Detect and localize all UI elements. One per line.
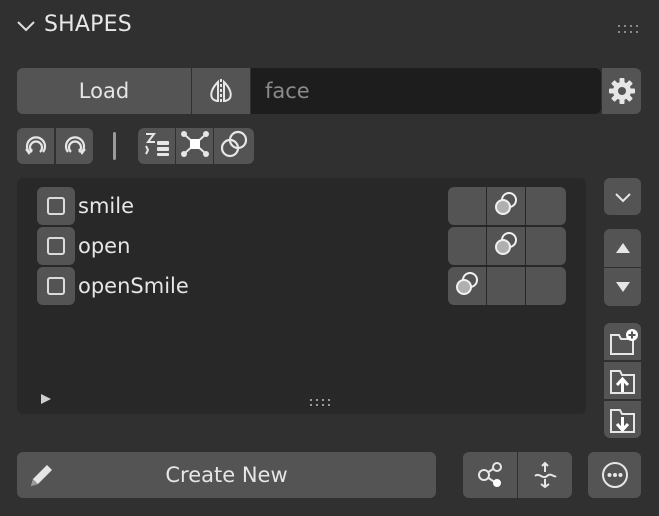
move-up-button[interactable] [604,229,641,267]
shape-name[interactable]: smile [78,194,134,218]
export-button[interactable] [604,401,641,438]
folder-add-icon [608,327,638,357]
shape-slot-button[interactable] [448,227,486,265]
bone-icon [530,460,560,490]
node-link-button[interactable] [463,452,517,498]
arrow-up-icon [614,241,632,255]
shape-checkbox[interactable] [37,227,75,265]
rotate-left-button[interactable] [17,128,54,164]
mirror-button[interactable] [192,68,250,114]
overlap-circles-icon [492,230,520,262]
overlap-circles-icon [453,270,481,302]
create-new-button[interactable]: Create New [17,452,436,498]
nodes-icon [180,130,210,162]
shape-slot-button[interactable] [487,227,525,265]
node-link-icon [475,460,505,490]
chevron-down-icon[interactable] [16,18,36,34]
shape-name[interactable]: open [78,234,130,258]
pencil-icon [27,460,57,490]
add-folder-button[interactable] [604,323,641,360]
sort-list-icon [142,130,172,162]
folder-export-icon [608,405,638,435]
shape-slot-button[interactable] [526,187,566,225]
arrow-down-icon [614,280,632,294]
rotate-right-button[interactable] [56,128,93,164]
load-button[interactable]: Load [17,68,191,114]
shape-name[interactable]: openSmile [78,274,189,298]
shape-slot-button[interactable] [487,267,525,305]
shape-slot-button[interactable] [526,267,566,305]
bone-button[interactable] [518,452,572,498]
drag-grip-icon[interactable] [617,20,641,33]
more-options-button[interactable] [588,452,641,498]
resize-grip-icon[interactable] [310,392,330,411]
shape-slot-button[interactable] [487,187,525,225]
shape-slot-button[interactable] [448,187,486,225]
gear-icon [608,77,636,105]
mirror-icon [206,76,236,106]
create-new-label: Create New [165,463,288,487]
overlap-circles-icon [492,190,520,222]
chevron-down-icon [614,191,632,203]
rotate-left-icon [22,130,50,162]
shape-slot-button[interactable] [526,227,566,265]
folder-import-icon [608,366,638,396]
more-icon [600,460,630,490]
sort-button[interactable] [138,128,175,164]
overlap-circles-icon [219,129,249,163]
shape-checkbox[interactable] [37,187,75,225]
panel-title: SHAPES [44,12,132,37]
expand-triangle-icon[interactable] [40,390,52,409]
rotate-right-icon [61,130,89,162]
filter-input[interactable]: face [251,68,601,114]
overlap-button[interactable] [214,128,254,164]
nodes-button[interactable] [176,128,213,164]
shape-slot-button[interactable] [448,267,486,305]
shape-checkbox[interactable] [37,267,75,305]
import-button[interactable] [604,362,641,399]
filter-input-value: face [265,79,310,103]
move-down-button[interactable] [604,268,641,306]
settings-button[interactable] [602,68,641,114]
list-menu-button[interactable] [604,178,641,215]
toolbar-divider [113,132,116,160]
